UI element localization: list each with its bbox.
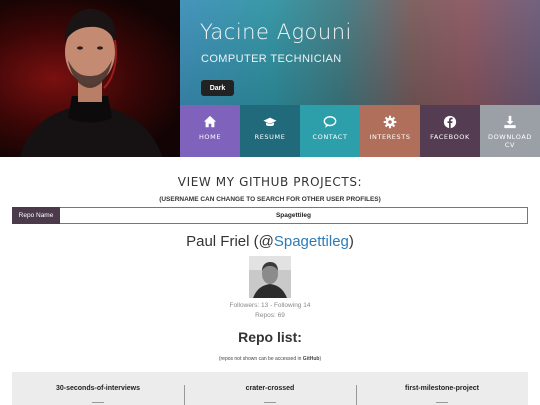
repo-name-label: Repo Name [12,207,60,224]
user-handle-link[interactable]: Spagettileg [274,233,349,250]
github-section-subtitle: (USERNAME CAN CHANGE TO SEARCH FOR OTHER… [159,196,381,203]
profile-role: COMPUTER TECHNICIAN [201,53,342,65]
graduation-cap-icon [263,117,277,127]
nav-resume[interactable]: RESUME [240,105,300,157]
repo-card[interactable]: crater-crossed [184,372,356,405]
repo-note-github-link[interactable]: GitHub [303,356,320,362]
repo-search-row: Repo Name [12,207,528,224]
nav-download-label-line2: CV [504,141,516,149]
nav-download-label: DOWNLOAD CV [488,133,532,149]
home-icon [203,115,217,128]
nav-facebook[interactable]: FACEBOOK [420,105,480,157]
repo-card-name: first-milestone-project [405,385,479,392]
repo-note-suffix: ) [319,356,322,362]
user-full-name: Paul Friel (@ [186,233,274,250]
nav-home-label: HOME [198,133,222,141]
repo-card[interactable]: 30-seconds-of-interviews [12,372,184,405]
github-section-title: VIEW MY GITHUB PROJECTS: [177,175,363,189]
repos-count: Repos: 69 [255,312,285,319]
repo-name-input[interactable] [60,207,528,224]
facebook-icon [443,115,457,129]
repo-cards: 30-seconds-of-interviews crater-crossed … [12,372,528,405]
download-icon [504,115,516,129]
github-stats: Followers: 13 - Following 14 Repos: 69 [0,301,540,321]
repo-list-title: Repo list: [238,329,302,345]
repo-note-prefix: (repos not shown can be accessed in [218,356,303,362]
gear-icon [383,115,397,129]
repo-card-name: crater-crossed [245,385,295,392]
chat-bubble-icon [323,116,337,128]
nav-contact[interactable]: CONTACT [300,105,360,157]
main-nav: HOME RESUME CONTACT INTERESTS FACEBOOK D… [180,105,540,157]
github-user-title: Paul Friel (@Spagettileg) [0,233,540,250]
repo-card-divider [264,402,276,403]
nav-resume-label: RESUME [254,133,286,141]
repo-card[interactable]: first-milestone-project [356,372,528,405]
nav-download-label-line1: DOWNLOAD [487,133,533,141]
nav-interests[interactable]: INTERESTS [360,105,420,157]
nav-download-cv[interactable]: DOWNLOAD CV [480,105,540,157]
repo-list-note: (repos not shown can be accessed in GitH… [0,356,540,362]
followers-count: Followers: 13 - Following 14 [229,302,311,309]
nav-facebook-label: FACEBOOK [430,133,470,141]
user-title-close: ) [348,233,354,250]
repo-card-divider [92,402,104,403]
profile-name: Yacine Agouni [200,20,352,44]
profile-photo [0,0,180,157]
profile-header: Yacine Agouni COMPUTER TECHNICIAN Dark H… [0,0,540,157]
nav-interests-label: INTERESTS [369,133,411,141]
repo-card-divider [436,402,448,403]
dark-mode-button[interactable]: Dark [201,80,234,96]
repo-card-name: 30-seconds-of-interviews [55,385,141,392]
github-avatar[interactable] [249,256,291,298]
nav-contact-label: CONTACT [312,133,348,141]
nav-home[interactable]: HOME [180,105,240,157]
